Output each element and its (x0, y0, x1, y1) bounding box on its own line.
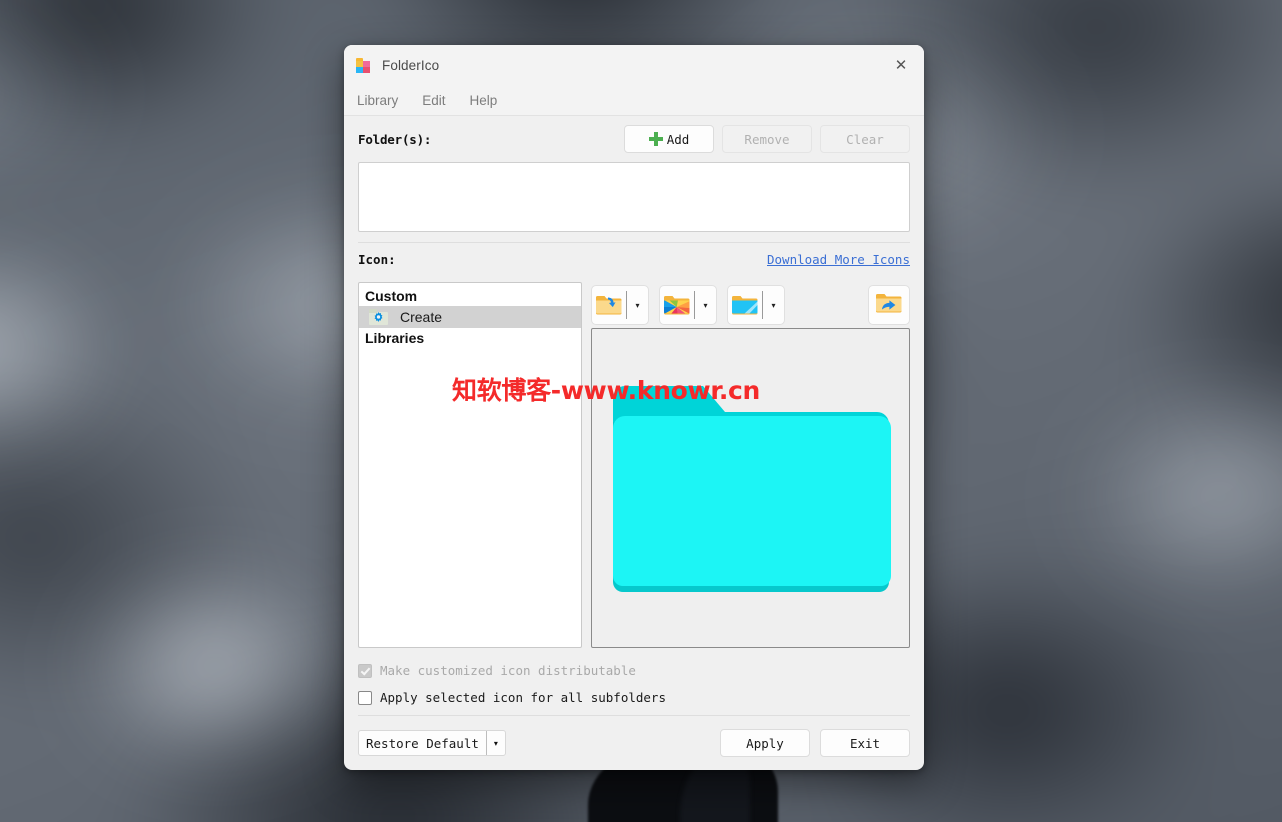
folder-with-down-arrow-icon (592, 293, 626, 317)
icon-label: Icon: (358, 252, 396, 267)
download-more-icons-link[interactable]: Download More Icons (767, 252, 910, 267)
icon-section-header: Icon: Download More Icons (358, 242, 910, 282)
footer-button-group: Apply Exit (720, 729, 910, 757)
tree-group-custom: Custom (365, 288, 418, 304)
tree-group-libraries: Libraries (365, 330, 425, 346)
icon-section-body: Custom Create Libraries ▾ ▾ ▾ (358, 282, 910, 648)
footer-bar: Restore Default ▾ Apply Exit (358, 715, 910, 770)
tree-item-create-label: Create (400, 309, 443, 325)
menu-item-library[interactable]: Library (357, 93, 398, 108)
close-icon[interactable]: ✕ (878, 45, 924, 85)
option-distributable[interactable]: Make customized icon distributable (358, 657, 910, 684)
clear-button[interactable]: Clear (820, 125, 910, 153)
apply-button[interactable]: Apply (720, 729, 810, 757)
menu-bar: Library Edit Help (344, 85, 924, 116)
folder-apply-arrow-button[interactable] (868, 285, 910, 325)
folder-color-wheel-icon (660, 293, 694, 317)
folders-list[interactable] (358, 162, 910, 232)
gear-folder-icon (369, 309, 388, 325)
option-distributable-label: Make customized icon distributable (380, 663, 636, 678)
restore-default-label: Restore Default (366, 735, 479, 751)
folders-button-group: Add Remove Clear (624, 125, 910, 153)
folder-blue-dropdown[interactable]: ▾ (727, 285, 785, 325)
folderico-window: FolderIco ✕ Library Edit Help Folder(s):… (344, 45, 924, 770)
gear-icon (374, 311, 383, 322)
title-bar: FolderIco ✕ (344, 45, 924, 85)
chevron-down-icon[interactable]: ▾ (695, 301, 716, 310)
folder-blue-icon (728, 293, 762, 317)
folder-with-right-arrow-icon (875, 291, 903, 320)
app-icon-quad-red (363, 67, 370, 73)
folders-label: Folder(s): (358, 131, 432, 147)
checkbox-subfolders[interactable] (358, 690, 372, 705)
folders-toolbar: Folder(s): Add Remove Clear (358, 116, 910, 162)
option-subfolders[interactable]: Apply selected icon for all subfolders (358, 684, 910, 711)
plus-icon (648, 132, 663, 146)
icon-preview-pane[interactable] (591, 328, 910, 648)
folder-download-dropdown[interactable]: ▾ (591, 285, 649, 325)
add-button[interactable]: Add (624, 125, 714, 153)
remove-button[interactable]: Remove (722, 125, 812, 153)
add-button-label: Add (666, 131, 690, 147)
menu-item-edit[interactable]: Edit (422, 93, 445, 108)
icon-preview-column: ▾ ▾ ▾ (591, 282, 910, 648)
window-content: Folder(s): Add Remove Clear Icon: Downlo… (344, 116, 924, 770)
app-folder-icon (356, 57, 372, 73)
tree-item-create[interactable]: Create (359, 306, 581, 328)
options-group: Make customized icon distributable Apply… (358, 648, 910, 711)
restore-default-button[interactable]: Restore Default ▾ (358, 730, 506, 756)
checkbox-distributable[interactable] (358, 663, 372, 678)
menu-item-help[interactable]: Help (470, 93, 498, 108)
icon-toolbar: ▾ ▾ ▾ (591, 282, 910, 328)
chevron-down-icon[interactable]: ▾ (487, 731, 505, 755)
chevron-down-icon[interactable]: ▾ (627, 301, 648, 310)
cyan-folder-preview (611, 384, 891, 592)
icon-library-tree[interactable]: Custom Create Libraries (358, 282, 582, 648)
app-icon-quad-blue (356, 67, 363, 73)
chevron-down-icon[interactable]: ▾ (763, 301, 784, 310)
folder-color-dropdown[interactable]: ▾ (659, 285, 717, 325)
window-title: FolderIco (382, 57, 440, 73)
option-subfolders-label: Apply selected icon for all subfolders (380, 690, 666, 705)
exit-button[interactable]: Exit (820, 729, 910, 757)
